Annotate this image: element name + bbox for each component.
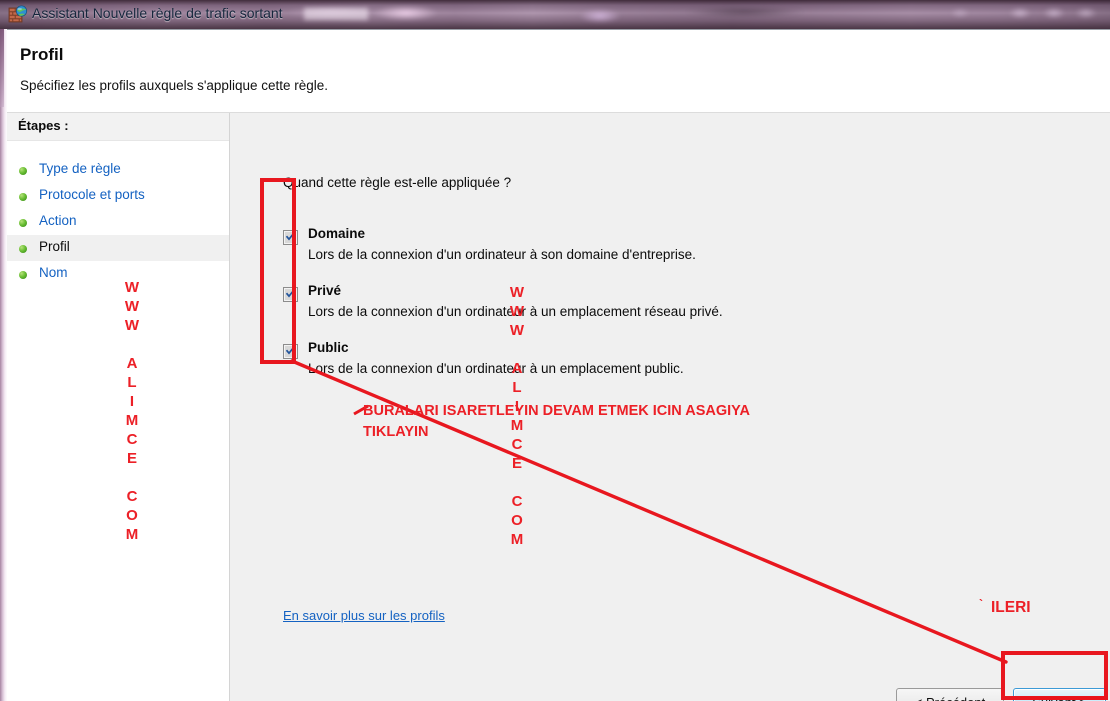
profile-label: Domaine	[308, 226, 366, 241]
annotation-next-tick: `	[979, 597, 983, 611]
window-title: Assistant Nouvelle règle de trafic sorta…	[32, 5, 283, 21]
checkbox-domaine[interactable]	[283, 230, 298, 245]
watermark-left: W W W A L I M C E C O M	[124, 279, 140, 543]
step-bullet-icon	[19, 193, 27, 201]
screenshot-root: Assistant Nouvelle règle de trafic sorta…	[0, 0, 1110, 701]
sidebar-item-label: Action	[39, 213, 77, 228]
window-left-border-shadow	[0, 29, 4, 107]
checkmark-icon	[285, 231, 296, 241]
firewall-shield-icon	[8, 5, 28, 23]
wizard-dialog: Profil Spécifiez les profils auxquels s'…	[7, 29, 1110, 701]
profile-label: Public	[308, 340, 349, 355]
profile-row-prive: Privé Lors de la connexion d'un ordinate…	[283, 283, 983, 342]
step-bullet-icon	[19, 219, 27, 227]
sidebar-item-label: Nom	[39, 265, 68, 280]
sidebar-item-label: Type de règle	[39, 161, 121, 176]
question-label: Quand cette règle est-elle appliquée ?	[283, 175, 512, 190]
sidebar-item-profil[interactable]: Profil	[7, 235, 229, 261]
titlebar-obscured-region	[304, 8, 368, 20]
annotation-instruction-line1: BURALARI ISARETLEYIN DEVAM ETMEK ICIN AS…	[363, 403, 750, 419]
profile-description: Lors de la connexion d'un ordinateur à s…	[308, 247, 696, 262]
dialog-header: Profil Spécifiez les profils auxquels s'…	[7, 30, 1110, 113]
checkbox-public[interactable]	[283, 344, 298, 359]
checkmark-icon	[285, 288, 296, 298]
steps-heading: Étapes :	[7, 113, 229, 141]
sidebar-item-label: Profil	[39, 239, 70, 254]
profile-label: Privé	[308, 283, 342, 298]
page-subtitle: Spécifiez les profils auxquels s'appliqu…	[20, 78, 329, 93]
sidebar-item-action[interactable]: Action	[7, 209, 229, 235]
back-button[interactable]: < Précédent	[896, 688, 1004, 701]
sidebar-item-type-de-regle[interactable]: Type de règle	[7, 157, 229, 183]
page-title: Profil	[20, 45, 64, 64]
profile-row-domaine: Domaine Lors de la connexion d'un ordina…	[283, 226, 983, 285]
step-bullet-icon	[19, 271, 27, 279]
window-left-border	[0, 29, 7, 701]
step-bullet-icon	[19, 167, 27, 175]
step-bullet-icon	[19, 245, 27, 253]
profile-row-public: Public Lors de la connexion d'un ordinat…	[283, 340, 983, 399]
sidebar-item-protocole-et-ports[interactable]: Protocole et ports	[7, 183, 229, 209]
checkmark-icon	[285, 345, 296, 355]
next-button[interactable]: Suivant >	[1013, 688, 1106, 701]
checkbox-prive[interactable]	[283, 287, 298, 302]
profile-checkbox-group: Domaine Lors de la connexion d'un ordina…	[283, 226, 983, 399]
annotation-instruction-line2: TIKLAYIN	[363, 424, 429, 440]
annotation-next-callout: ILERI	[991, 599, 1031, 616]
learn-more-link[interactable]: En savoir plus sur les profils	[283, 608, 445, 623]
sidebar-item-label: Protocole et ports	[39, 187, 145, 202]
steps-heading-label: Étapes :	[18, 118, 69, 133]
profile-description: Lors de la connexion d'un ordinateur à u…	[308, 361, 684, 376]
